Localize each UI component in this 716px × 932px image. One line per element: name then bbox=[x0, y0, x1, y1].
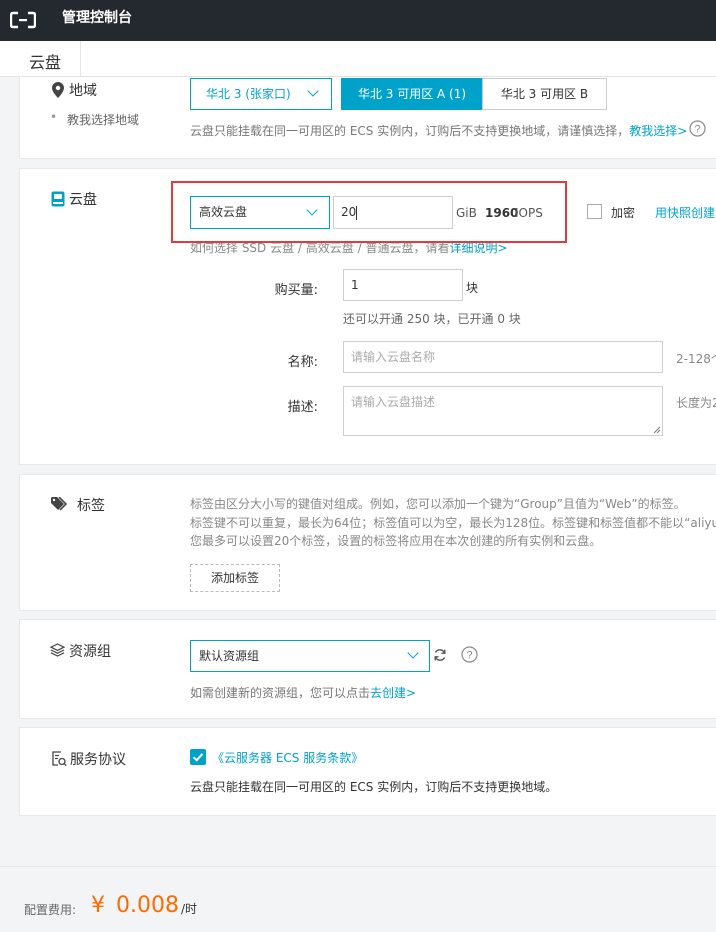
quantity-input[interactable]: 1 bbox=[343, 269, 463, 301]
price-bar: 配置费用: ¥ 0.008 /时 bbox=[0, 866, 716, 932]
tags-title: 标签 bbox=[77, 498, 105, 514]
resource-group-title: 资源组 bbox=[69, 644, 111, 660]
name-label: 名称: bbox=[287, 355, 318, 370]
svg-text:?: ? bbox=[466, 650, 472, 662]
price-unit: /时 bbox=[181, 902, 198, 916]
resize-handle-icon[interactable] bbox=[653, 426, 661, 434]
resource-group-note-text: 如需创建新的资源组，您可以点击 bbox=[190, 686, 371, 700]
disk-name-placeholder: 请输入云盘名称 bbox=[351, 350, 436, 364]
region-select[interactable]: 华北 3 (张家口) bbox=[190, 78, 332, 110]
help-icon[interactable]: ? bbox=[689, 120, 706, 137]
zone-option-b[interactable]: 华北 3 可用区 B bbox=[482, 78, 607, 110]
agreement-checkbox[interactable] bbox=[190, 749, 206, 765]
header-divider bbox=[80, 41, 81, 77]
create-resource-group-link[interactable]: 去创建> bbox=[370, 686, 416, 700]
help-icon[interactable]: ? bbox=[461, 646, 478, 663]
disk-type-detail-link[interactable]: 详细说明> bbox=[449, 241, 507, 255]
quantity-value: 1 bbox=[351, 278, 359, 292]
add-tag-button-label: 添加标签 bbox=[210, 571, 259, 585]
resource-group-note: 如需创建新的资源组，您可以点击去创建> bbox=[190, 684, 416, 701]
page-title: 云盘 bbox=[29, 53, 62, 72]
encrypt-checkbox[interactable] bbox=[587, 204, 602, 219]
snapshot-create-link[interactable]: 用快照创建 bbox=[655, 204, 715, 221]
price-currency: ¥ bbox=[91, 893, 105, 918]
description-label: 描述: bbox=[287, 400, 318, 415]
disk-description-placeholder: 请输入云盘描述 bbox=[351, 395, 436, 409]
region-section: 地域 • 教我选择地域 华北 3 (张家口) 华北 3 可用区 A (1) 华北… bbox=[19, 77, 716, 159]
name-length-note: 2-128个 bbox=[676, 352, 716, 366]
zone-option-b-label: 华北 3 可用区 B bbox=[500, 87, 589, 101]
tags-description-line-1: 标签由区分大小写的键值对组成。例如，您可以添加一个键为“Group”且值为“We… bbox=[190, 497, 686, 511]
description-length-note: 长度为2 bbox=[676, 396, 716, 410]
disk-type-hint-text: 如何选择 SSD 云盘 / 高效云盘 / 普通云盘，请看 bbox=[190, 241, 450, 255]
region-note-text: 云盘只能挂载在同一可用区的 ECS 实例内，订购后不支持更换地域，请谨慎选择， bbox=[190, 124, 630, 138]
resource-group-select[interactable]: 默认资源组 bbox=[190, 640, 430, 672]
region-help-link[interactable]: 教我选择地域 bbox=[67, 111, 139, 128]
price-label: 配置费用: bbox=[24, 903, 77, 917]
tags-description-line-2: 标签键不可以重复，最长为64位；标签值可以为空，最长为128位。标签键和标签值都… bbox=[190, 516, 716, 530]
price-value: 0.008 bbox=[116, 893, 179, 918]
agreement-note: 云盘只能挂载在同一可用区的 ECS 实例内，订购后不支持更换地域。 bbox=[190, 780, 558, 794]
location-pin-icon bbox=[52, 82, 64, 98]
resource-group-section: 资源组 默认资源组 ? 如需创建新的资源组，您可以点击去创建> bbox=[19, 619, 716, 719]
quantity-unit: 块 bbox=[466, 281, 479, 295]
region-note: 云盘只能挂载在同一可用区的 ECS 实例内，订购后不支持更换地域，请谨慎选择，教… bbox=[190, 122, 687, 139]
agreement-title: 服务协议 bbox=[70, 752, 126, 768]
quantity-label: 购买量: bbox=[274, 283, 318, 298]
region-title: 地域 bbox=[69, 83, 97, 99]
zone-option-a-label: 华北 3 可用区 A (1) bbox=[357, 87, 467, 101]
region-select-value: 华北 3 (张家口) bbox=[206, 87, 291, 101]
bullet-icon: • bbox=[50, 110, 58, 124]
tag-icon bbox=[51, 497, 68, 511]
agreement-section: 服务协议 《云服务器 ECS 服务条款》 云盘只能挂载在同一可用区的 ECS 实… bbox=[19, 727, 716, 816]
aliyun-logo-icon[interactable] bbox=[10, 11, 36, 29]
add-tag-button[interactable]: 添加标签 bbox=[190, 564, 280, 592]
region-help-link-2[interactable]: 教我选择> bbox=[629, 124, 687, 138]
disk-icon bbox=[51, 191, 65, 207]
document-search-icon bbox=[52, 751, 67, 767]
refresh-icon[interactable] bbox=[433, 648, 447, 662]
top-bar: 管理控制台 bbox=[0, 0, 716, 41]
ecs-terms-link[interactable]: 《云服务器 ECS 服务条款》 bbox=[212, 749, 363, 766]
tags-description-line-3: 您最多可以设置20个标签，设置的标签将应用在本次创建的所有实例和云盘。 bbox=[190, 534, 602, 548]
chevron-down-icon bbox=[407, 647, 419, 659]
disk-name-input[interactable]: 请输入云盘名称 bbox=[343, 341, 663, 373]
resource-group-value: 默认资源组 bbox=[199, 649, 260, 663]
disk-description-input[interactable]: 请输入云盘描述 bbox=[343, 386, 663, 436]
highlight-frame bbox=[171, 181, 567, 243]
tags-section: 标签 标签由区分大小写的键值对组成。例如，您可以添加一个键为“Group”且值为… bbox=[19, 474, 716, 611]
console-title[interactable]: 管理控制台 bbox=[62, 8, 132, 28]
layers-icon bbox=[50, 643, 65, 657]
svg-text:?: ? bbox=[694, 124, 700, 136]
page-header: 云盘 bbox=[0, 41, 716, 77]
disk-title: 云盘 bbox=[69, 192, 97, 208]
encrypt-label: 加密 bbox=[611, 206, 636, 220]
zone-option-a[interactable]: 华北 3 可用区 A (1) bbox=[341, 78, 483, 110]
chevron-down-icon bbox=[307, 85, 319, 97]
quantity-note: 还可以开通 250 块，已开通 0 块 bbox=[343, 312, 521, 326]
